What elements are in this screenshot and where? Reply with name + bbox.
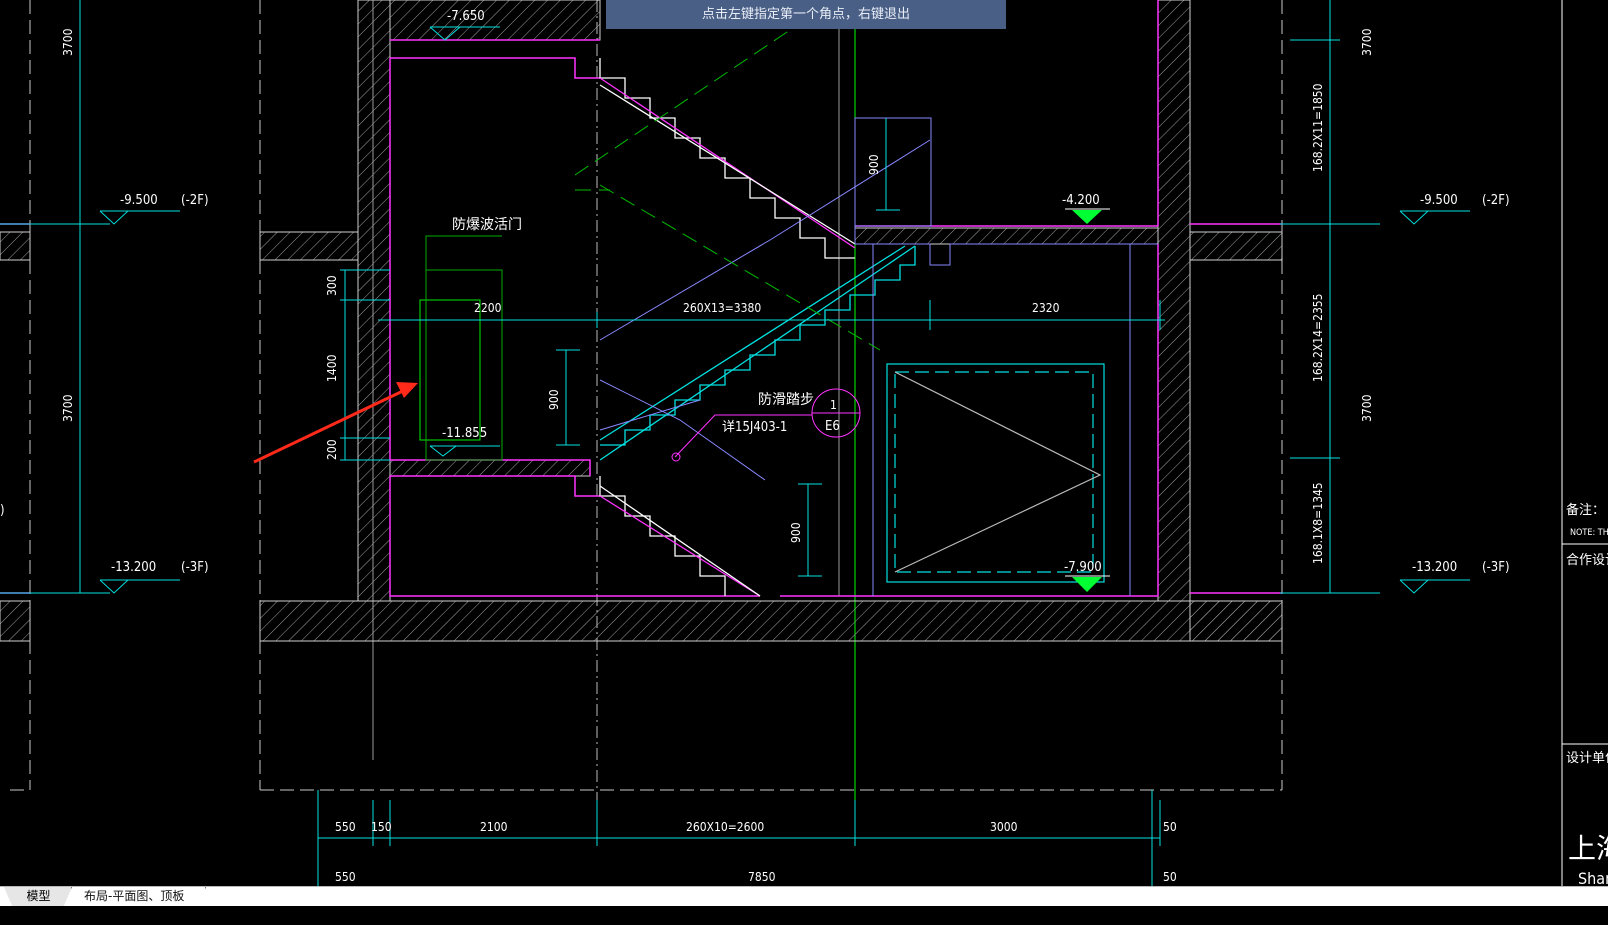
dim-b-3000: 3000 [990,820,1018,834]
level-top: -7.650 [447,9,485,24]
level-door: -11.855 [442,426,487,441]
dim-900-a: 900 [547,389,561,410]
dim-h-2200: 2200 [474,301,502,315]
dim-200: 200 [325,439,339,460]
label-detail-ref: 详15J403-1 [722,420,787,435]
dim-900-b: 900 [867,154,881,175]
dim-left-mid: 3700 [61,394,75,422]
level-right-2f: -9.500 [1420,193,1458,208]
wall-outlines [0,0,1282,597]
left-edge-fragment: ) [0,503,5,518]
cooperate-label: 合作设计 [1566,553,1608,568]
dim-h-3380: 260X13=3380 [683,301,761,315]
dim-left-top: 3700 [61,28,75,56]
level-right-3f: -13.200 [1412,560,1457,575]
green-level-markers [1065,208,1110,592]
dim-right-top: 3700 [1360,28,1374,56]
level-green-bottom: -7.900 [1064,560,1102,575]
label-antislip-step: 防滑踏步 [758,391,814,408]
dim-seg-1345: 168.1X8=1345 [1311,482,1325,564]
note-en: NOTE: TH [1570,528,1608,538]
dim-c-550: 550 [335,870,356,884]
dim-right-mid: 3700 [1360,394,1374,422]
dim-b-2100: 2100 [480,820,508,834]
level-markers [99,26,1470,594]
floor-left-3f: (-3F) [181,560,209,575]
callout-number: 1 [830,398,837,412]
floor-left-2f: (-2F) [181,193,209,208]
note-cn: 备注： [1566,502,1605,518]
floor-right-3f: (-3F) [1482,560,1510,575]
outer-dashed-frame [10,0,1283,791]
landing-outlines [599,117,1158,596]
dim-c-7850: 7850 [748,870,776,884]
level-green-top: -4.200 [1062,193,1100,208]
dim-seg-1850: 168.2X11=1850 [1311,83,1325,172]
design-unit-label: 设计单位 [1566,751,1608,766]
tab-model[interactable]: 模型 [4,887,72,906]
floor-right-2f: (-2F) [1482,193,1510,208]
command-prompt-tooltip: 点击左键指定第一个角点，右键退出 [606,0,1006,29]
dim-1400: 1400 [325,354,339,382]
dim-b-2600: 260X10=2600 [686,820,764,834]
dim-b-550: 550 [335,820,356,834]
stair-upper [599,58,856,259]
level-left-3f: -13.200 [111,560,156,575]
tab-layout-plan[interactable]: 布局-平面图、顶板图 [72,887,206,906]
layout-tab-bar: 模型 布局-平面图、顶板图 [0,886,1608,906]
level-left-2f: -9.500 [120,193,158,208]
title-block: 备注： NOTE: TH 合作设计 设计单位 上海 Shan [1561,0,1608,886]
label-blast-door: 防爆波活门 [452,217,522,233]
dim-c-50: 50 [1163,870,1177,884]
dim-seg-2355: 168.2X14=2355 [1311,293,1325,382]
stair-lower [599,476,761,597]
callout-sheet: E6 [825,419,840,434]
elevator-shaft [886,363,1105,583]
dim-b-50: 50 [1163,820,1177,834]
dim-b-150: 150 [371,820,392,834]
cad-drawing-canvas[interactable]: 防爆波活门 防滑踏步 详15J403-1 1 E6 -7.650 -9.500 … [0,0,1608,886]
dim-900-c: 900 [789,522,803,543]
company-cn: 上海 [1568,832,1608,865]
company-en: Shan [1578,869,1608,886]
dim-300: 300 [325,275,339,296]
dim-h-2320: 2320 [1032,301,1060,315]
